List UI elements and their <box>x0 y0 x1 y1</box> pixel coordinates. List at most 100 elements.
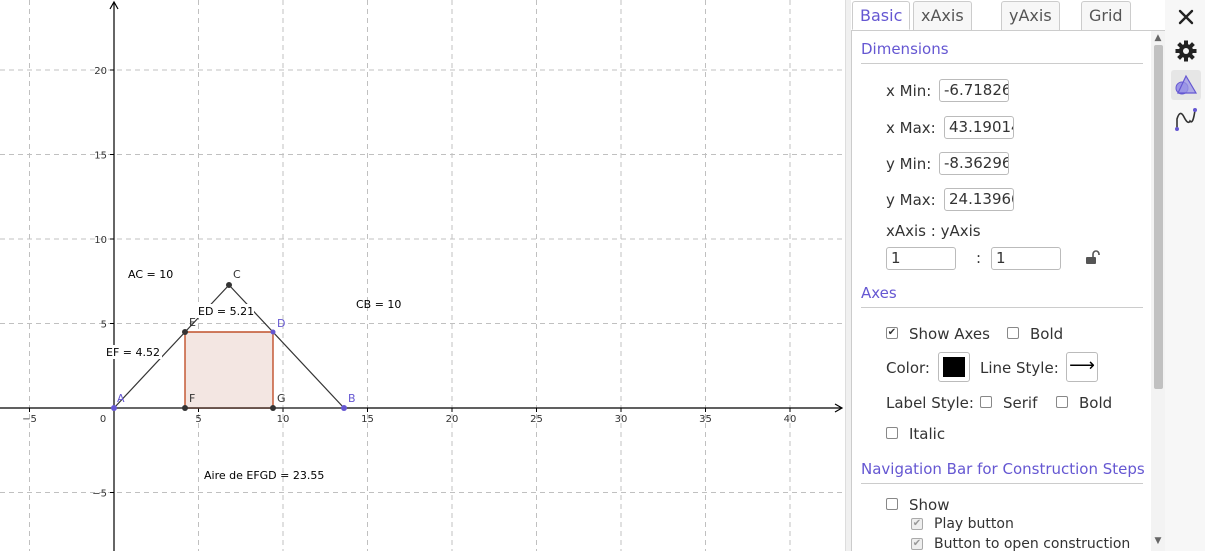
line-style-label: Line Style: <box>980 359 1059 377</box>
x-min-input[interactable]: -6.71826 <box>939 79 1009 102</box>
label-bold-label: Bold <box>1079 394 1113 412</box>
point-a[interactable] <box>111 405 117 411</box>
y-max-input[interactable]: 24.13966 <box>944 188 1014 211</box>
y-tick-label: 10 <box>94 235 107 246</box>
open-construction-label: Button to open construction <box>934 536 1131 551</box>
point-e[interactable] <box>182 329 188 335</box>
x-tick-label: 25 <box>530 414 543 425</box>
y-tick-label: 5 <box>101 320 107 331</box>
label-cb[interactable]: CB = 10 <box>356 298 401 311</box>
panel-content: Dimensions x Min: -6.71826 x Max: 43.190… <box>851 31 1151 551</box>
ratio-x-input[interactable]: 1 <box>886 247 956 270</box>
x-tick-label: 5 <box>195 414 201 425</box>
scroll-thumb[interactable] <box>1154 45 1163 389</box>
section-axes-title: Axes <box>861 284 897 302</box>
x-tick-label: 40 <box>784 414 797 425</box>
tab-basic[interactable]: Basic <box>852 1 911 30</box>
panel-scrollbar[interactable]: ▲ ▼ <box>1151 31 1165 551</box>
show-nav-label: Show <box>909 496 950 514</box>
play-button-checkbox[interactable]: ✔ <box>911 518 923 530</box>
close-icon <box>1178 9 1194 25</box>
play-button-label: Play button <box>934 516 1014 532</box>
label-f: F <box>189 392 195 405</box>
graphics-view-icon <box>1175 74 1198 95</box>
close-button[interactable] <box>1171 2 1201 32</box>
x-tick-label: 35 <box>699 414 712 425</box>
x-min-label: x Min: <box>886 82 932 100</box>
color-swatch <box>943 357 965 377</box>
x-tick-label: 20 <box>446 414 459 425</box>
axes <box>0 0 844 551</box>
tab-yaxis[interactable]: yAxis <box>1001 1 1060 30</box>
gear-icon <box>1175 40 1197 62</box>
x-max-label: x Max: <box>886 119 936 137</box>
y-min-label: y Min: <box>886 155 932 173</box>
ratio-y-input[interactable]: 1 <box>991 247 1061 270</box>
y-tick-label: 15 <box>94 151 107 162</box>
scroll-down-icon[interactable]: ▼ <box>1153 536 1163 546</box>
label-c: C <box>233 268 241 281</box>
y-min-input[interactable]: -8.36296 <box>939 152 1009 175</box>
point-f[interactable] <box>182 405 188 411</box>
graphics-settings-button[interactable] <box>1171 70 1201 100</box>
tab-grid[interactable]: Grid <box>1081 1 1131 30</box>
label-d: D <box>277 317 285 330</box>
divider <box>861 307 1143 308</box>
show-axes-checkbox[interactable]: ✔ <box>886 327 898 339</box>
function-graph-icon <box>1175 108 1197 131</box>
scroll-up-icon[interactable]: ▲ <box>1153 33 1163 43</box>
label-b: B <box>348 392 356 405</box>
x-tick-label: 30 <box>615 414 628 425</box>
show-axes-label: Show Axes <box>909 325 990 343</box>
bold-checkbox[interactable] <box>1007 327 1019 339</box>
properties-panel: Basic xAxis yAxis Grid Dimensions x Min:… <box>851 0 1165 551</box>
ratio-separator: : <box>976 249 982 267</box>
y-max-label: y Max: <box>886 191 936 209</box>
point-g[interactable] <box>270 405 276 411</box>
axis-color-button[interactable] <box>938 352 970 382</box>
tick-labels: −5 0 5 10 15 20 25 30 35 40 20 15 10 5 −5 <box>22 66 796 500</box>
point-c[interactable] <box>226 282 232 288</box>
x-tick-label: −5 <box>22 414 37 425</box>
graphics-view[interactable]: −5 0 5 10 15 20 25 30 35 402015105−5 A B C D E F … <box>0 0 845 551</box>
point-b[interactable] <box>341 405 347 411</box>
algebra-settings-button[interactable] <box>1171 104 1201 134</box>
label-ac[interactable]: AC = 10 <box>128 268 173 281</box>
x-tick-label: 0 <box>100 414 106 425</box>
serif-label: Serif <box>1003 394 1038 412</box>
x-tick-label: 10 <box>277 414 290 425</box>
side-toolbar <box>1165 0 1205 551</box>
label-a: A <box>117 392 125 405</box>
y-tick-label: 20 <box>94 66 107 77</box>
label-style-label: Label Style: <box>886 394 974 412</box>
settings-button[interactable] <box>1171 36 1201 66</box>
show-nav-checkbox[interactable] <box>886 498 898 510</box>
unlock-icon[interactable] <box>1084 249 1100 269</box>
point-d[interactable] <box>270 329 276 335</box>
tab-bar: Basic xAxis yAxis Grid <box>851 0 1165 31</box>
label-bold-checkbox[interactable] <box>1056 396 1068 408</box>
label-area[interactable]: Aire de EFGD = 23.55 <box>204 469 324 482</box>
divider <box>861 63 1143 64</box>
section-dimensions-title: Dimensions <box>861 40 949 58</box>
y-tick-label: −5 <box>92 489 107 500</box>
label-ef[interactable]: EF = 4.52 <box>106 346 160 359</box>
bold-label: Bold <box>1030 325 1064 343</box>
x-tick-label: 15 <box>361 414 374 425</box>
grid-lines <box>0 0 845 551</box>
polygon-efgd[interactable] <box>184 331 274 409</box>
x-max-input[interactable]: 43.19014 <box>944 116 1014 139</box>
label-ed[interactable]: ED = 5.21 <box>198 305 254 318</box>
label-e: E <box>189 316 196 329</box>
italic-checkbox[interactable] <box>886 427 898 439</box>
serif-checkbox[interactable] <box>980 396 992 408</box>
open-construction-checkbox[interactable]: ✔ <box>911 538 923 550</box>
label-g: G <box>277 392 286 405</box>
section-navigation-title: Navigation Bar for Construction Steps <box>861 460 1145 478</box>
axis-ratio-label: xAxis : yAxis <box>886 222 981 240</box>
color-label: Color: <box>886 359 930 377</box>
tab-xaxis[interactable]: xAxis <box>913 1 972 30</box>
italic-label: Italic <box>909 425 946 443</box>
line-style-button[interactable]: ⟶ <box>1066 352 1098 382</box>
divider <box>861 483 1143 484</box>
